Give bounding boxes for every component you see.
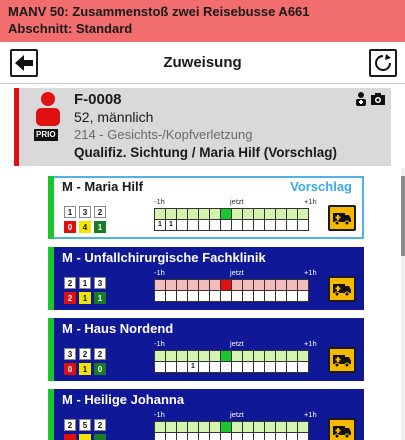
ambulance-icon bbox=[333, 355, 351, 368]
capacity-cell: 0 bbox=[64, 363, 76, 375]
capacity-row-total: 322 bbox=[64, 348, 106, 360]
capacity-cell: 5 bbox=[79, 419, 91, 431]
capacity-row-triage: 211 bbox=[64, 292, 106, 304]
capacity-row-total: 213 bbox=[64, 277, 106, 289]
patient-diagnosis: 214 - Gesichts-/Kopfverletzung bbox=[74, 127, 253, 142]
scrollbar-thumb[interactable] bbox=[401, 176, 405, 256]
timeline-grid-bottom bbox=[154, 290, 309, 302]
hospital-name: M - Heilige Johanna bbox=[62, 392, 185, 407]
capacity-cell: 2 bbox=[94, 206, 106, 218]
capacity-cell bbox=[64, 434, 76, 440]
capacity-cell bbox=[79, 434, 91, 440]
refresh-icon bbox=[375, 54, 391, 71]
doctor-icon bbox=[356, 92, 366, 106]
capacity-cell: 1 bbox=[79, 277, 91, 289]
timeline-label-plus: +1h bbox=[304, 268, 317, 277]
availability-bar bbox=[48, 389, 54, 440]
capacity-cell: 2 bbox=[79, 348, 91, 360]
capacity-cell: 3 bbox=[94, 277, 106, 289]
patient-age-sex: 52, männlich bbox=[74, 109, 154, 125]
capacity-cell: 2 bbox=[64, 277, 76, 289]
capacity-row-total: 132 bbox=[64, 206, 106, 218]
ambulance-icon bbox=[333, 213, 351, 226]
page-title: Zuweisung bbox=[163, 54, 242, 71]
capacity-cell: 2 bbox=[64, 419, 76, 431]
capacity-cell: 3 bbox=[79, 206, 91, 218]
hospital-card[interactable]: M - Haus Nordend 3 2 2 0 1 0 -1h jetzt +1h 1 bbox=[48, 318, 364, 381]
patient-qualification: Qualifiz. Sichtung / Maria Hilf (Vorschl… bbox=[74, 145, 338, 160]
capacity-cell: 1 bbox=[94, 292, 106, 304]
timeline-label-now: jetzt bbox=[230, 268, 244, 277]
capacity-row-triage bbox=[64, 434, 106, 440]
capacity-cell: 0 bbox=[94, 363, 106, 375]
timeline-cell bbox=[297, 290, 309, 302]
ambulance-icon bbox=[333, 426, 351, 439]
timeline-label-now: jetzt bbox=[230, 410, 244, 419]
hospital-name: M - Maria Hilf bbox=[62, 179, 143, 194]
incident-section: Abschnitt: Standard bbox=[8, 21, 133, 36]
timeline-grid-bottom: 1 bbox=[154, 361, 309, 373]
hospital-card[interactable]: M - Maria Hilf Vorschlag 1 3 2 0 4 1 -1h jetzt +1h… bbox=[48, 176, 364, 239]
capacity-row-triage: 010 bbox=[64, 363, 106, 375]
capacity-cell: 2 bbox=[94, 419, 106, 431]
capacity-row-triage: 041 bbox=[64, 221, 106, 233]
toolbar: Zuweisung bbox=[0, 42, 405, 84]
capacity-cell: 3 bbox=[64, 348, 76, 360]
capacity-cell: 1 bbox=[79, 292, 91, 304]
capacity-cell: 1 bbox=[94, 221, 106, 233]
availability-bar bbox=[48, 318, 54, 381]
timeline-cell bbox=[297, 361, 309, 373]
assign-ambulance-button[interactable] bbox=[328, 347, 356, 373]
timeline-label-now: jetzt bbox=[230, 339, 244, 348]
hospital-name: M - Haus Nordend bbox=[62, 321, 174, 336]
timeline-cell bbox=[297, 432, 309, 440]
capacity-cell: 2 bbox=[64, 292, 76, 304]
suggestion-tag: Vorschlag bbox=[290, 179, 352, 194]
patient-icons bbox=[355, 92, 385, 106]
timeline-cell bbox=[297, 219, 309, 231]
timeline-grid-bottom: 11 bbox=[154, 219, 309, 231]
capacity-cell bbox=[94, 434, 106, 440]
availability-bar bbox=[48, 176, 54, 239]
capacity-row-total: 252 bbox=[64, 419, 106, 431]
timeline-label-now: jetzt bbox=[230, 197, 244, 206]
patient-person-icon bbox=[36, 92, 60, 126]
refresh-button[interactable] bbox=[369, 49, 397, 77]
capacity-cell: 0 bbox=[64, 221, 76, 233]
patient-card[interactable]: F-0008 52, männlich PRIO 214 - Gesichts-… bbox=[14, 88, 391, 166]
camera-icon[interactable] bbox=[371, 92, 385, 106]
timeline-grid-bottom bbox=[154, 432, 309, 440]
timeline-label-plus: +1h bbox=[304, 410, 317, 419]
ambulance-icon bbox=[333, 284, 351, 297]
incident-banner: MANV 50: Zusammenstoß zwei Reisebusse A6… bbox=[0, 0, 405, 42]
assignment-screen: MANV 50: Zusammenstoß zwei Reisebusse A6… bbox=[0, 0, 405, 440]
arrow-left-icon bbox=[15, 55, 33, 71]
assign-ambulance-button[interactable] bbox=[328, 205, 356, 231]
triage-bar bbox=[14, 88, 19, 166]
assign-ambulance-button[interactable] bbox=[328, 276, 356, 302]
availability-bar bbox=[48, 247, 54, 310]
timeline-label-minus: -1h bbox=[154, 268, 165, 277]
capacity-cell: 1 bbox=[79, 363, 91, 375]
patient-id: F-0008 bbox=[74, 91, 122, 108]
timeline-label-minus: -1h bbox=[154, 410, 165, 419]
assign-ambulance-button[interactable] bbox=[328, 418, 356, 440]
hospital-card[interactable]: M - Heilige Johanna 2 5 2 -1h jetzt +1h bbox=[48, 389, 364, 440]
back-button[interactable] bbox=[10, 49, 38, 77]
capacity-cell: 1 bbox=[64, 206, 76, 218]
hospital-name: M - Unfallchirurgische Fachklinik bbox=[62, 250, 266, 265]
timeline-label-plus: +1h bbox=[304, 197, 317, 206]
timeline-label-minus: -1h bbox=[154, 197, 165, 206]
capacity-cell: 4 bbox=[79, 221, 91, 233]
timeline-label-plus: +1h bbox=[304, 339, 317, 348]
timeline-label-minus: -1h bbox=[154, 339, 165, 348]
incident-title: MANV 50: Zusammenstoß zwei Reisebusse A6… bbox=[8, 4, 310, 19]
prio-badge: PRIO bbox=[34, 129, 58, 141]
capacity-cell: 2 bbox=[94, 348, 106, 360]
hospital-card[interactable]: M - Unfallchirurgische Fachklinik 2 1 3 2 1 1-… bbox=[48, 247, 364, 310]
